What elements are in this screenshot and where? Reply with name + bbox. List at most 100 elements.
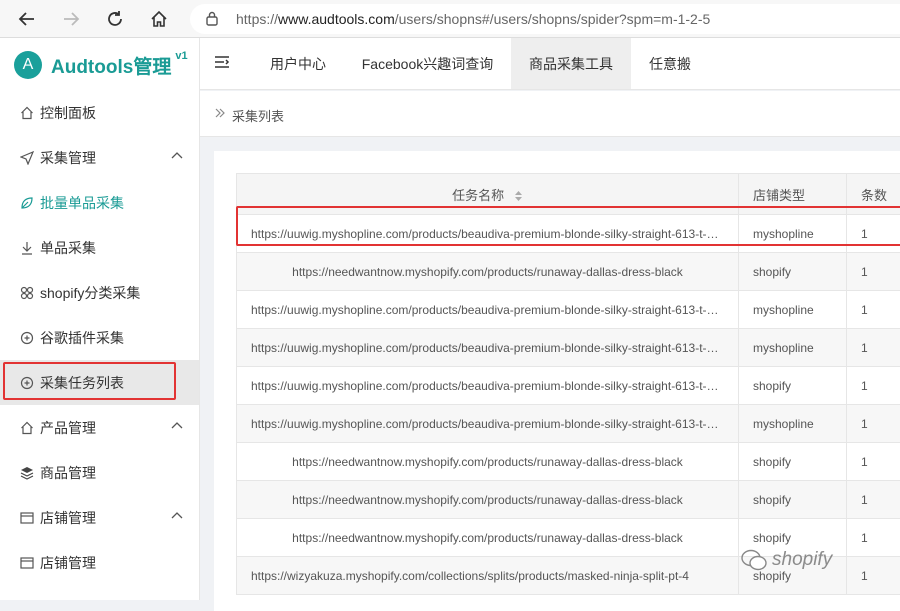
reload-button[interactable] xyxy=(102,6,128,32)
sidebar-item-label: 采集管理 xyxy=(40,148,96,168)
cell-count: 1 xyxy=(847,443,900,481)
menu-toggle-icon[interactable] xyxy=(214,54,230,70)
sidebar: A Audtools管理 v1 控制面板 采集管理 批量单品采集 单品采集 sh… xyxy=(0,38,200,600)
cell-task-name[interactable]: https://uuwig.myshopline.com/products/be… xyxy=(237,405,739,443)
home-outline-icon xyxy=(20,421,34,435)
breadcrumb: 采集列表 xyxy=(200,91,900,137)
cell-store-type: shopify xyxy=(739,481,847,519)
column-header-count: 条数 xyxy=(847,174,900,215)
sidebar-item-shopify-category[interactable]: shopify分类采集 xyxy=(0,270,199,315)
table-row[interactable]: https://uuwig.myshopline.com/products/be… xyxy=(237,329,900,367)
home-button[interactable] xyxy=(146,6,172,32)
send-icon xyxy=(20,151,34,165)
task-table: 任务名称 店铺类型 条数 https://uuwig.myshopline.co… xyxy=(236,173,900,595)
sidebar-item-collection-management[interactable]: 采集管理 xyxy=(0,135,199,180)
sidebar-item-task-list[interactable]: 采集任务列表 xyxy=(0,360,199,405)
sidebar-item-store-management[interactable]: 店铺管理 xyxy=(0,540,199,585)
brand-version: v1 xyxy=(175,50,187,62)
sidebar-item-google-plugin[interactable]: 谷歌插件采集 xyxy=(0,315,199,360)
table-row[interactable]: https://needwantnow.myshopify.com/produc… xyxy=(237,481,900,519)
top-navigation: 用户中心 Facebook兴趣词查询 商品采集工具 任意搬 xyxy=(200,38,900,90)
sidebar-item-label: shopify分类采集 xyxy=(40,283,140,303)
sidebar-item-label: 批量单品采集 xyxy=(40,193,124,213)
cell-count: 1 xyxy=(847,253,900,291)
sidebar-item-single-collect[interactable]: 单品采集 xyxy=(0,225,199,270)
cell-task-name[interactable]: https://uuwig.myshopline.com/products/be… xyxy=(237,215,739,253)
chevron-up-icon xyxy=(171,421,183,429)
back-button[interactable] xyxy=(14,6,40,32)
leaf-icon xyxy=(20,196,34,210)
store-icon xyxy=(20,511,34,525)
table-row[interactable]: https://uuwig.myshopline.com/products/be… xyxy=(237,405,900,443)
cell-count: 1 xyxy=(847,557,900,595)
url-prefix: https:// xyxy=(236,11,278,27)
browser-toolbar: https://www.audtools.com/users/shopns#/u… xyxy=(0,0,900,38)
sidebar-item-label: 采集任务列表 xyxy=(40,373,124,393)
sidebar-item-label: 商品管理 xyxy=(40,463,96,483)
chevron-up-icon xyxy=(171,511,183,519)
home-icon xyxy=(150,10,168,28)
table-row[interactable]: https://uuwig.myshopline.com/products/be… xyxy=(237,215,900,253)
download-icon xyxy=(20,241,34,255)
tab-any-move[interactable]: 任意搬 xyxy=(637,38,703,89)
watermark-text: shopify xyxy=(772,549,832,571)
tab-facebook-interest[interactable]: Facebook兴趣词查询 xyxy=(350,38,505,89)
table-row[interactable]: https://needwantnow.myshopify.com/produc… xyxy=(237,443,900,481)
tab-user-center[interactable]: 用户中心 xyxy=(254,38,342,89)
url-domain: www.audtools.com xyxy=(278,11,395,27)
table-row[interactable]: https://uuwig.myshopline.com/products/be… xyxy=(237,367,900,405)
lock-icon xyxy=(206,11,218,26)
sidebar-item-label: 单品采集 xyxy=(40,238,96,258)
sidebar-item-label: 店铺管理 xyxy=(40,553,96,573)
cell-count: 1 xyxy=(847,481,900,519)
sidebar-item-store-management-group[interactable]: 店铺管理 xyxy=(0,495,199,540)
watermark: shopify xyxy=(740,548,832,572)
address-bar[interactable]: https://www.audtools.com/users/shopns#/u… xyxy=(190,4,900,34)
url-text: https://www.audtools.com/users/shopns#/u… xyxy=(236,11,710,27)
sidebar-item-label: 店铺管理 xyxy=(40,508,96,528)
sidebar-item-label: 产品管理 xyxy=(40,418,96,438)
column-header-label: 任务名称 xyxy=(452,188,504,203)
cell-task-name[interactable]: https://needwantnow.myshopify.com/produc… xyxy=(237,253,739,291)
sort-icon[interactable] xyxy=(514,190,523,202)
table-row[interactable]: https://needwantnow.myshopify.com/produc… xyxy=(237,253,900,291)
cell-store-type: myshopline xyxy=(739,329,847,367)
cell-count: 1 xyxy=(847,291,900,329)
cell-task-name[interactable]: https://needwantnow.myshopify.com/produc… xyxy=(237,519,739,557)
sidebar-item-batch-collect[interactable]: 批量单品采集 xyxy=(0,180,199,225)
table-row[interactable]: https://uuwig.myshopline.com/products/be… xyxy=(237,291,900,329)
tab-product-collect[interactable]: 商品采集工具 xyxy=(511,38,631,89)
cell-task-name[interactable]: https://uuwig.myshopline.com/products/be… xyxy=(237,329,739,367)
arrow-right-icon xyxy=(62,10,80,28)
sidebar-item-dashboard[interactable]: 控制面板 xyxy=(0,90,199,135)
plus-circle-icon xyxy=(20,331,34,345)
cell-task-name[interactable]: https://uuwig.myshopline.com/products/be… xyxy=(237,367,739,405)
cell-task-name[interactable]: https://needwantnow.myshopify.com/produc… xyxy=(237,481,739,519)
chevron-up-icon xyxy=(171,151,183,159)
sidebar-item-goods-management[interactable]: 商品管理 xyxy=(0,450,199,495)
cell-store-type: myshopline xyxy=(739,215,847,253)
cell-store-type: shopify xyxy=(739,443,847,481)
cell-task-name[interactable]: https://wizyakuza.myshopify.com/collecti… xyxy=(237,557,739,595)
double-chevron-right-icon xyxy=(214,107,226,119)
cell-count: 1 xyxy=(847,329,900,367)
wechat-logo-icon xyxy=(740,548,768,572)
cell-store-type: myshopline xyxy=(739,405,847,443)
sidebar-item-label: 谷歌插件采集 xyxy=(40,328,124,348)
store-icon xyxy=(20,556,34,570)
cell-store-type: shopify xyxy=(739,253,847,291)
column-header-task-name[interactable]: 任务名称 xyxy=(237,174,739,215)
brand[interactable]: A Audtools管理 v1 xyxy=(14,50,188,80)
cell-task-name[interactable]: https://uuwig.myshopline.com/products/be… xyxy=(237,291,739,329)
cell-count: 1 xyxy=(847,405,900,443)
reload-icon xyxy=(106,10,124,28)
sidebar-item-product-management[interactable]: 产品管理 xyxy=(0,405,199,450)
cell-count: 1 xyxy=(847,519,900,557)
cell-task-name[interactable]: https://needwantnow.myshopify.com/produc… xyxy=(237,443,739,481)
brand-name: Audtools管理 xyxy=(51,52,171,79)
forward-button[interactable] xyxy=(58,6,84,32)
cell-count: 1 xyxy=(847,367,900,405)
url-path: /users/shopns#/users/shopns/spider?spm=m… xyxy=(395,11,711,27)
content-card: 任务名称 店铺类型 条数 https://uuwig.myshopline.co… xyxy=(214,151,900,611)
column-header-store-type: 店铺类型 xyxy=(739,174,847,215)
